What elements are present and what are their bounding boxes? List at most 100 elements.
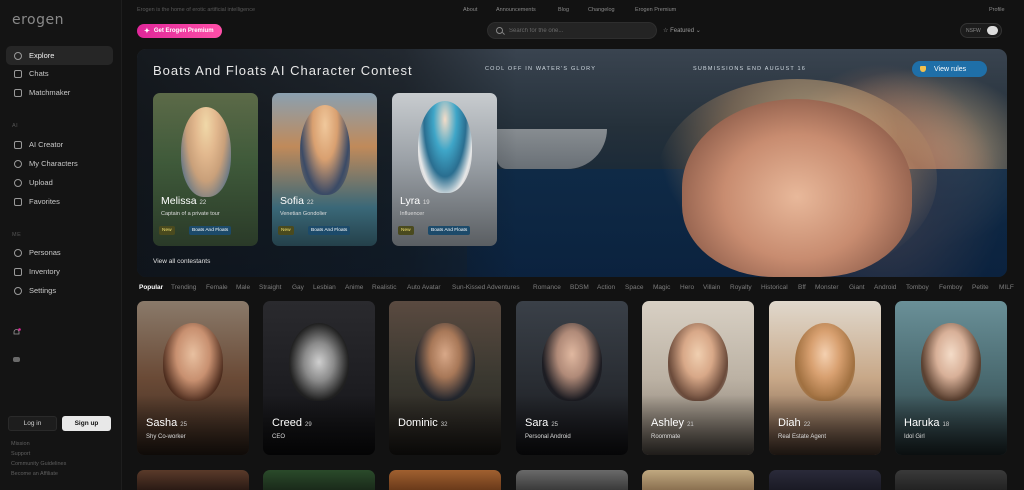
footer-link-guidelines[interactable]: Community Guidelines xyxy=(11,461,66,467)
character-desc: Real Estate Agent xyxy=(778,434,827,440)
section-label-me: ME xyxy=(12,232,22,238)
footer-link-mission[interactable]: Mission xyxy=(11,441,30,447)
tab-space[interactable]: Space xyxy=(625,284,643,291)
topnav-announcements[interactable]: Announcements xyxy=(496,7,536,13)
contestant-portrait xyxy=(418,101,472,193)
character-card[interactable] xyxy=(389,470,501,490)
character-desc: CEO xyxy=(272,434,286,440)
character-card[interactable]: Ashley 21 Roommate xyxy=(642,301,754,455)
contestant-portrait xyxy=(300,105,350,195)
sidebar-item-my-characters[interactable]: My Characters xyxy=(6,154,113,173)
contestant-card[interactable]: Melissa 22 Captain of a private tour New… xyxy=(153,93,258,246)
logo[interactable]: erogen xyxy=(12,12,64,28)
tab-bff[interactable]: Bff xyxy=(798,284,806,291)
tab-petite[interactable]: Petite xyxy=(972,284,989,291)
tab-realistic[interactable]: Realistic xyxy=(372,284,397,291)
sidebar-item-matchmaker[interactable]: Matchmaker xyxy=(6,83,113,102)
login-button[interactable]: Log in xyxy=(8,416,57,431)
character-card[interactable] xyxy=(895,470,1007,490)
tab-female[interactable]: Female xyxy=(206,284,228,291)
chevron-down-icon: ⌄ xyxy=(695,28,701,34)
tab-male[interactable]: Male xyxy=(236,284,250,291)
view-rules-button[interactable]: View rules xyxy=(912,61,987,77)
tab-historical[interactable]: Historical xyxy=(761,284,788,291)
contestant-card[interactable]: Lyra 19 Influencer New Boats And Floats xyxy=(392,93,497,246)
tab-auto-avatar[interactable]: Auto Avatar xyxy=(407,284,441,291)
contest-banner[interactable]: Boats And Floats AI Character Contest CO… xyxy=(137,49,1007,277)
footer-link-support[interactable]: Support xyxy=(11,451,30,457)
tab-sun-kissed[interactable]: Sun-Kissed Adventures xyxy=(452,284,520,291)
tab-lesbian[interactable]: Lesbian xyxy=(313,284,336,291)
tab-hero[interactable]: Hero xyxy=(680,284,694,291)
site-tagline: Erogen is the home of erotic artificial … xyxy=(137,7,256,13)
view-all-contestants-link[interactable]: View all contestants xyxy=(153,258,210,265)
tab-android[interactable]: Android xyxy=(874,284,896,291)
persona-icon xyxy=(14,248,22,257)
sidebar-item-upload[interactable]: Upload xyxy=(6,173,113,192)
character-name: Diah 22 xyxy=(778,417,811,429)
shuffle-icon xyxy=(14,88,22,97)
get-premium-button[interactable]: ✦ Get Erogen Premium xyxy=(137,24,222,38)
sidebar-item-inventory[interactable]: Inventory xyxy=(6,262,113,281)
sidebar-item-chats[interactable]: Chats xyxy=(6,64,113,83)
character-card[interactable] xyxy=(516,470,628,490)
tab-popular[interactable]: Popular xyxy=(139,284,163,291)
character-card[interactable]: Haruka 18 Idol Girl xyxy=(895,301,1007,455)
tab-royalty[interactable]: Royalty xyxy=(730,284,752,291)
character-portrait xyxy=(289,323,349,401)
contestant-desc: Captain of a private tour xyxy=(161,211,220,217)
character-portrait xyxy=(163,323,223,401)
tab-romance[interactable]: Romance xyxy=(533,284,561,291)
tab-monster[interactable]: Monster xyxy=(815,284,838,291)
topnav-about[interactable]: About xyxy=(463,7,477,13)
trophy-icon xyxy=(920,66,926,72)
character-desc: Personal Android xyxy=(525,434,571,440)
search-bar[interactable] xyxy=(487,22,657,39)
character-card[interactable]: Sasha 25 Shy Co-worker xyxy=(137,301,249,455)
sidebar-item-explore[interactable]: Explore xyxy=(6,46,113,65)
topnav-profile[interactable]: Profile xyxy=(989,7,1005,13)
sort-dropdown[interactable]: ☆ Featured ⌄ xyxy=(663,27,701,34)
sidebar-item-settings[interactable]: Settings xyxy=(6,281,113,300)
footer-link-affiliate[interactable]: Become an Affiliate xyxy=(11,471,58,477)
sidebar-item-personas[interactable]: Personas xyxy=(6,243,113,262)
tab-anime[interactable]: Anime xyxy=(345,284,363,291)
topnav-blog[interactable]: Blog xyxy=(558,7,569,13)
tab-straight[interactable]: Straight xyxy=(259,284,281,291)
character-card[interactable] xyxy=(769,470,881,490)
discord-icon[interactable] xyxy=(12,355,21,364)
tab-gay[interactable]: Gay xyxy=(292,284,304,291)
contestant-card[interactable]: Sofia 22 Venetian Gondolier New Boats An… xyxy=(272,93,377,246)
character-portrait xyxy=(542,323,602,401)
signup-button[interactable]: Sign up xyxy=(62,416,111,431)
character-card[interactable]: Dominic 32 xyxy=(389,301,501,455)
topnav-changelog[interactable]: Changelog xyxy=(588,7,615,13)
character-portrait xyxy=(668,323,728,401)
new-badge: New xyxy=(159,226,175,235)
topnav-premium[interactable]: Erogen Premium xyxy=(635,7,676,13)
character-card[interactable] xyxy=(263,470,375,490)
tab-magic[interactable]: Magic xyxy=(653,284,670,291)
character-desc: Roommate xyxy=(651,434,681,440)
banner-tagline: COOL OFF IN WATER'S GLORY xyxy=(485,66,597,72)
character-card[interactable] xyxy=(137,470,249,490)
character-card[interactable]: Diah 22 Real Estate Agent xyxy=(769,301,881,455)
tab-giant[interactable]: Giant xyxy=(849,284,865,291)
tab-villain[interactable]: Villain xyxy=(703,284,720,291)
tab-milf[interactable]: MILF xyxy=(999,284,1014,291)
sidebar-item-ai-creator[interactable]: AI Creator xyxy=(6,135,113,154)
banner-hero-portrait xyxy=(682,99,912,277)
tab-action[interactable]: Action xyxy=(597,284,615,291)
character-card[interactable]: Creed 29 CEO xyxy=(263,301,375,455)
nsfw-toggle[interactable]: NSFW xyxy=(960,23,1002,38)
character-card[interactable] xyxy=(642,470,754,490)
search-input[interactable] xyxy=(509,27,649,34)
sidebar-item-favorites[interactable]: Favorites xyxy=(6,192,113,211)
character-card[interactable]: Sara 25 Personal Android xyxy=(516,301,628,455)
tab-femboy[interactable]: Femboy xyxy=(939,284,962,291)
notification-bell-icon[interactable] xyxy=(12,328,21,337)
tab-tomboy[interactable]: Tomboy xyxy=(906,284,929,291)
sparkle-icon: ✦ xyxy=(144,28,150,35)
tab-bdsm[interactable]: BDSM xyxy=(570,284,589,291)
tab-trending[interactable]: Trending xyxy=(171,284,196,291)
